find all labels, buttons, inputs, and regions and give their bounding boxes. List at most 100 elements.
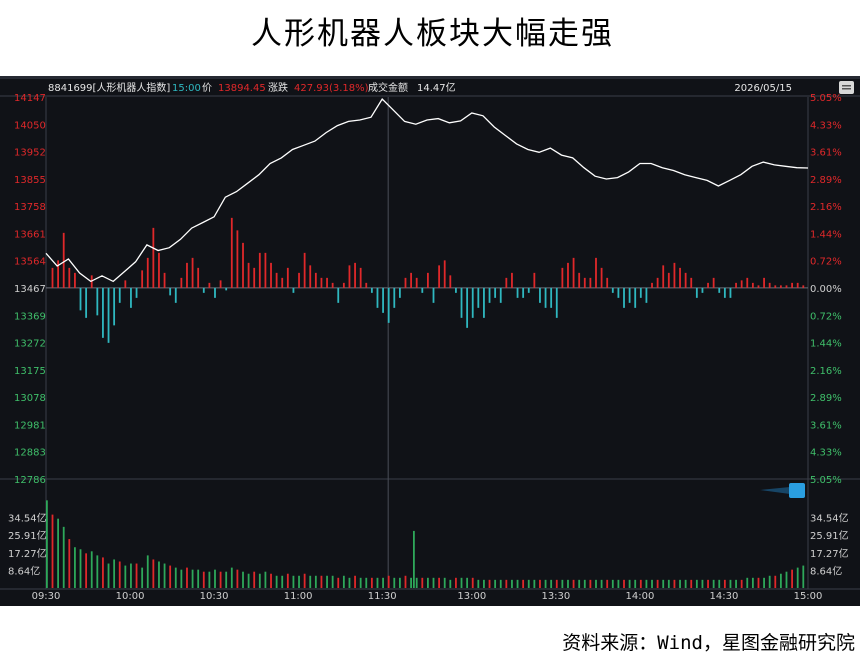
volume-bar — [729, 579, 732, 588]
strength-bar — [791, 282, 793, 288]
percent-tick-label: 0.00% — [810, 284, 842, 295]
strength-bar — [286, 267, 289, 288]
strength-bar — [701, 287, 704, 293]
volume-bar — [135, 563, 138, 588]
strength-bar — [634, 287, 637, 308]
volume-bar — [505, 579, 508, 588]
volume-bar — [180, 569, 183, 588]
volume-bar — [471, 577, 474, 588]
volume-tick-label: 34.54亿 — [8, 512, 47, 525]
volume-tick-label: 25.91亿 — [8, 529, 47, 542]
strength-bar — [225, 287, 228, 291]
settings-icon[interactable] — [839, 81, 854, 94]
strength-bar — [264, 252, 267, 288]
volume-bar — [292, 575, 295, 588]
index-code: 8841699[人形机器人指数] — [48, 81, 170, 94]
strength-bar — [589, 277, 592, 288]
volume-bar — [516, 579, 519, 588]
strength-bar — [628, 287, 631, 303]
volume-bar — [286, 573, 289, 588]
volume-bar — [617, 579, 620, 588]
volume-bar — [477, 579, 480, 588]
strength-bar — [331, 282, 334, 288]
volume-bar — [342, 575, 345, 588]
volume-bar — [488, 579, 491, 588]
volume-bar — [427, 577, 429, 588]
volume-bar — [51, 514, 54, 588]
strength-bar — [404, 277, 407, 288]
strength-bar — [118, 287, 121, 303]
strength-bar — [202, 287, 205, 293]
strength-bar — [723, 287, 726, 298]
time-tick-label: 13:00 — [457, 591, 486, 602]
volume-bar — [202, 571, 205, 588]
strength-bar — [443, 260, 446, 288]
strength-bar — [309, 265, 312, 288]
volume-bar — [415, 577, 418, 588]
strength-bar — [242, 242, 244, 288]
volume-tick-label: 25.91亿 — [810, 529, 849, 542]
strength-bar — [208, 282, 211, 288]
volume-bar — [432, 577, 435, 588]
volume-bar — [561, 579, 564, 588]
volume-bar — [404, 575, 407, 588]
strength-bar — [247, 262, 250, 288]
volume-bar — [230, 567, 233, 588]
strength-bar — [695, 287, 698, 298]
strength-bar — [62, 232, 65, 288]
strength-bar — [707, 282, 709, 288]
volume-bar — [242, 571, 244, 588]
strength-bar — [679, 267, 681, 288]
volume-bar — [623, 579, 625, 588]
strength-bar — [85, 287, 88, 318]
strength-bar — [135, 287, 138, 298]
strength-bar — [102, 287, 104, 338]
price-tick-label: 13272 — [14, 339, 46, 350]
toolbar-strip — [0, 76, 860, 79]
strength-bar — [483, 287, 485, 318]
volume-bar — [522, 579, 525, 588]
strength-bar — [511, 272, 513, 288]
volume-bar — [382, 577, 384, 588]
strength-bar — [376, 287, 379, 308]
strength-bar — [370, 287, 373, 293]
volume-bar — [236, 569, 239, 588]
strength-bar — [197, 267, 200, 288]
volume-bar — [684, 579, 687, 588]
volume-bar — [208, 571, 211, 588]
volume-bar — [90, 551, 93, 588]
price-tick-label: 12786 — [14, 475, 46, 486]
turnover-value: 14.47亿 — [417, 81, 456, 94]
volume-bar — [197, 569, 200, 588]
volume-bar — [483, 579, 485, 588]
intraday-chart: 14147 14050 13952 13855 13758 13661 13564 13467… — [0, 76, 860, 602]
price-tick-label: 13175 — [14, 366, 46, 377]
strength-bar — [751, 282, 754, 288]
volume-bar — [662, 579, 665, 588]
time-tick-label: 11:00 — [284, 591, 313, 602]
volume-bar — [214, 569, 216, 588]
price-tick-label: 13078 — [14, 393, 46, 404]
percent-tick-label: 5.05% — [810, 475, 842, 486]
strength-bar — [578, 272, 581, 288]
strength-bar — [505, 277, 508, 288]
volume-bar — [354, 575, 356, 588]
strength-bar — [477, 287, 480, 308]
strength-bar — [796, 282, 799, 288]
percent-tick-label: 1.44% — [810, 229, 842, 240]
scroll-marker-icon[interactable] — [760, 483, 805, 498]
volume-bar — [695, 579, 698, 588]
volume-bar — [186, 567, 188, 588]
volume-bar — [645, 579, 648, 588]
volume-bar — [57, 518, 60, 588]
strength-bar — [438, 265, 441, 288]
volume-bar — [130, 563, 132, 588]
change-label: 涨跌 — [268, 81, 288, 94]
strength-bar — [595, 257, 597, 288]
volume-tick-label: 8.64亿 — [810, 564, 842, 577]
volume-bar — [746, 577, 749, 588]
strength-bar — [757, 285, 760, 288]
strength-bar — [219, 280, 222, 288]
strength-bar — [656, 277, 659, 288]
strength-bar — [768, 282, 771, 288]
